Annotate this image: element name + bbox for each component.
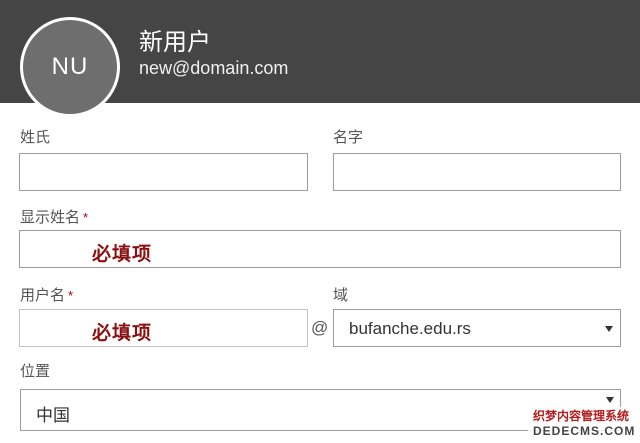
display-name-label-text: 显示姓名 [20, 209, 81, 226]
avatar-initials: NU [51, 53, 89, 80]
watermark: 织梦内容管理系统 DEDECMS.COM [528, 407, 640, 443]
last-name-field[interactable] [19, 153, 308, 191]
watermark-line1: 织梦内容管理系统 [533, 409, 630, 423]
chevron-down-icon [605, 326, 613, 332]
location-selected-value: 中国 [36, 406, 70, 425]
user-header: NU 新用户 new@domain.com [0, 0, 640, 117]
location-label: 位置 [20, 363, 51, 380]
domain-select[interactable]: bufanche.edu.rs [333, 309, 621, 347]
first-name-field[interactable] [333, 153, 621, 191]
domain-selected-value: bufanche.edu.rs [349, 319, 471, 338]
required-hint: 必填项 [92, 244, 153, 265]
avatar: NU [20, 17, 120, 117]
display-name-field[interactable]: 必填项 [19, 230, 621, 268]
username-label-text: 用户名 [20, 287, 66, 304]
header-email: new@domain.com [139, 58, 289, 78]
required-asterisk: * [83, 210, 89, 225]
required-asterisk: * [68, 288, 74, 303]
required-hint: 必填项 [92, 323, 153, 344]
domain-label: 域 [333, 287, 349, 304]
chevron-down-icon [606, 397, 614, 403]
display-name-label: 显示姓名 * [20, 206, 88, 227]
watermark-line2: DEDECMS.COM [533, 424, 636, 438]
username-field[interactable]: 必填项 [19, 309, 308, 347]
first-name-label: 名字 [333, 129, 364, 146]
at-symbol: @ [311, 318, 329, 337]
last-name-label: 姓氏 [20, 129, 51, 146]
username-label: 用户名 * [20, 284, 73, 305]
header-display-name: 新用户 [139, 29, 211, 56]
